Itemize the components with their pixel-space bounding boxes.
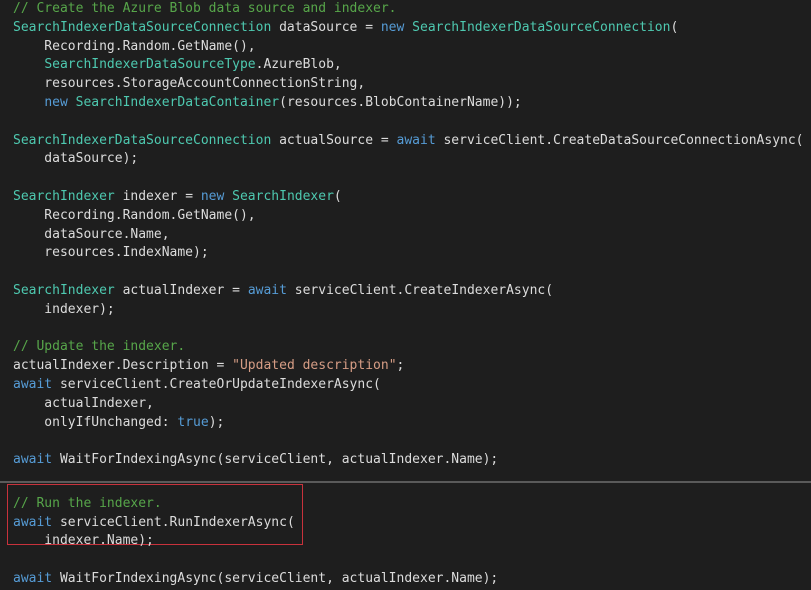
code-token: dataSource.Name, — [13, 226, 170, 242]
code-token: (resources.BlobContainerName)); — [279, 95, 522, 110]
code-line: SearchIndexer actualIndexer = await serv… — [13, 282, 553, 301]
code-token: SearchIndexerDataSourceConnection — [13, 19, 272, 35]
code-line: SearchIndexerDataSourceType.AzureBlob, — [13, 56, 342, 75]
code-token: // Update the indexer. — [13, 339, 186, 355]
code-line: actualIndexer.Description = "Updated des… — [13, 357, 404, 376]
code-token: "Updated description" — [232, 358, 397, 374]
code-token: actualIndexer = — [114, 283, 248, 298]
code-line: await WaitForIndexingAsync(serviceClient… — [13, 451, 498, 470]
code-token: SearchIndexerDataSourceConnection — [13, 132, 272, 148]
code-line: indexer.Name); — [13, 532, 154, 551]
code-token: .AzureBlob, — [255, 57, 342, 73]
code-line: dataSource); — [13, 150, 138, 169]
code-token: ; — [396, 358, 405, 374]
code-token: serviceClient.CreateOrUpdateIndexerAsync… — [52, 377, 381, 392]
code-token: SearchIndexerDataSourceConnection — [412, 19, 671, 35]
code-token: SearchIndexer — [13, 189, 115, 204]
code-line: // Create the Azure Blob data source and… — [13, 0, 397, 19]
code-token: // Run the indexer. — [13, 495, 162, 511]
code-token: WaitForIndexingAsync(serviceClient, actu… — [52, 452, 499, 468]
code-line: // Run the indexer. — [13, 495, 162, 514]
code-token: serviceClient.RunIndexerAsync( — [52, 514, 295, 530]
code-line: SearchIndexerDataSourceConnection actual… — [13, 132, 804, 151]
code-token: serviceClient.CreateIndexerAsync( — [286, 283, 554, 298]
code-line: resources.IndexName); — [13, 244, 209, 263]
code-token: ( — [333, 189, 342, 204]
code-line: await serviceClient.RunIndexerAsync( — [13, 514, 295, 533]
code-token: WaitForIndexingAsync(serviceClient, actu… — [52, 571, 499, 586]
code-line: dataSource.Name, — [13, 226, 170, 245]
code-line: onlyIfUnchanged: true); — [13, 414, 224, 433]
code-token: actualIndexer, — [13, 395, 154, 411]
code-token: dataSource = — [271, 19, 381, 35]
code-token: await — [396, 132, 436, 148]
code-line: actualIndexer, — [13, 395, 154, 414]
code-token: await — [13, 452, 53, 468]
code-token: indexer.Name); — [13, 533, 154, 549]
code-token: dataSource); — [13, 151, 139, 167]
code-token: actualIndexer.Description = — [13, 358, 233, 374]
code-line: SearchIndexerDataSourceConnection dataSo… — [13, 19, 678, 38]
section-divider — [0, 481, 811, 483]
code-token: await — [13, 377, 53, 392]
code-token: new — [380, 19, 405, 35]
code-token: serviceClient.CreateDataSourceConnection… — [435, 132, 804, 148]
code-line: SearchIndexer indexer = new SearchIndexe… — [13, 188, 342, 207]
code-token: resources.StorageAccountConnectionString… — [13, 76, 366, 92]
code-line: Recording.Random.GetName(), — [13, 207, 256, 226]
code-token: onlyIfUnchanged: — [13, 414, 178, 430]
code-token: true — [177, 414, 209, 430]
code-token: ( — [670, 19, 679, 35]
code-token: await — [247, 283, 287, 298]
code-token: SearchIndexerDataContainer — [75, 95, 280, 110]
code-token: actualSource = — [271, 132, 397, 148]
code-line: await WaitForIndexingAsync(serviceClient… — [13, 570, 498, 589]
code-line: await serviceClient.CreateOrUpdateIndexe… — [13, 376, 381, 395]
code-token: Recording.Random.GetName(), — [13, 207, 256, 223]
code-line: resources.StorageAccountConnectionString… — [13, 75, 365, 94]
code-token: indexer); — [13, 301, 115, 317]
code-token: SearchIndexer — [13, 283, 115, 298]
code-token: indexer = — [114, 189, 201, 204]
code-line: Recording.Random.GetName(), — [13, 38, 256, 57]
code-token: SearchIndexerDataSourceType — [44, 57, 256, 73]
code-token: resources.IndexName); — [13, 245, 209, 261]
code-token: // Create the Azure Blob data source and… — [13, 1, 397, 16]
code-token: await — [13, 514, 53, 530]
code-token: await — [13, 571, 53, 586]
code-token: new — [200, 189, 225, 204]
code-editor[interactable]: // Create the Azure Blob data source and… — [0, 0, 811, 590]
code-line: new SearchIndexerDataContainer(resources… — [13, 94, 522, 113]
code-token: ); — [208, 414, 225, 430]
code-token: Recording.Random.GetName(), — [13, 38, 256, 54]
code-token: new — [44, 95, 68, 110]
code-token: SearchIndexer — [232, 189, 334, 204]
code-line: indexer); — [13, 301, 115, 320]
code-line: // Update the indexer. — [13, 338, 185, 357]
